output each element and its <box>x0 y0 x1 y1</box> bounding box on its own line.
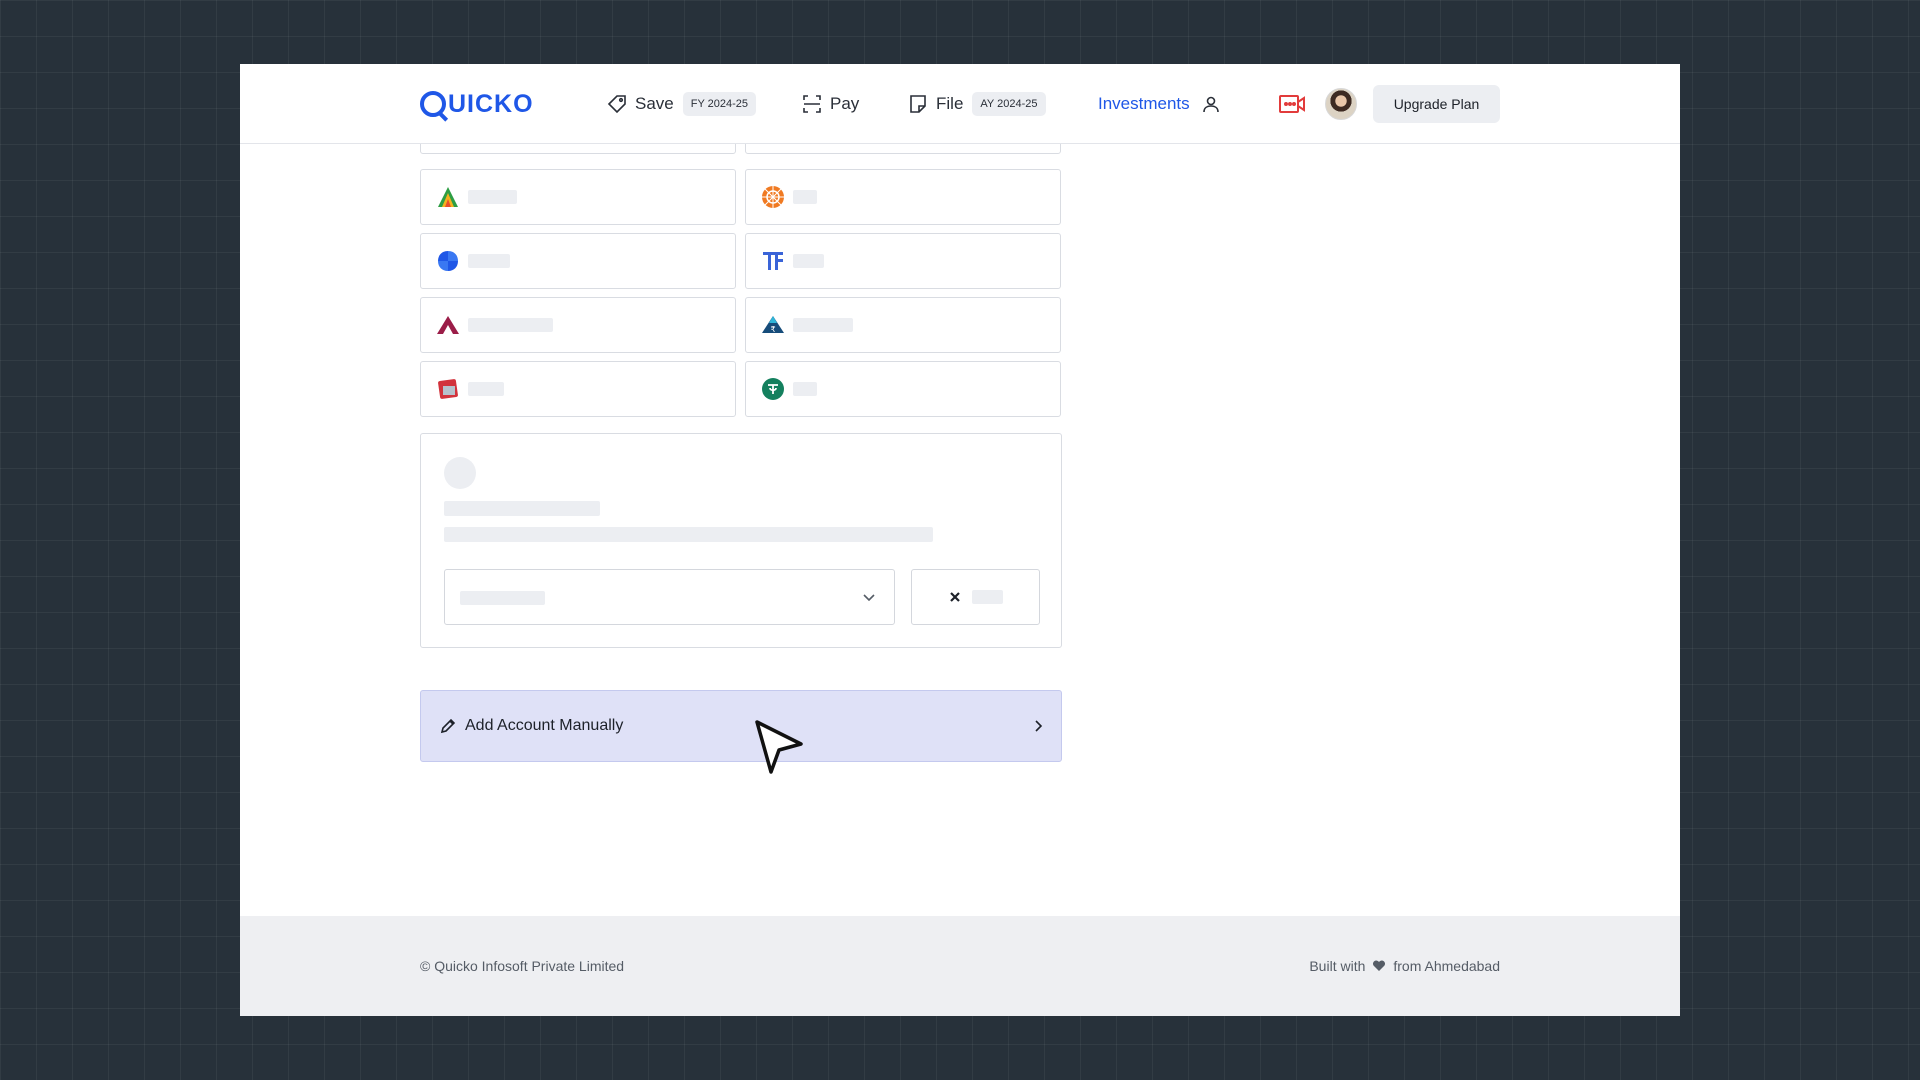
broker-card[interactable] <box>420 297 736 353</box>
dropdown-value-skeleton <box>460 591 545 605</box>
x-close-icon <box>949 592 960 602</box>
broker-card[interactable] <box>420 233 736 289</box>
top-navbar: UICKO Save FY 2024-25 Pay File AY 2024-2… <box>240 64 1680 144</box>
nav-pay-label: Pay <box>830 94 860 113</box>
add-account-manually-button[interactable]: Add Account Manually <box>420 690 1062 762</box>
axis-a-icon <box>436 313 460 337</box>
pencil-icon <box>440 718 456 734</box>
dhan-green-icon <box>761 377 785 401</box>
brand-name: UICKO <box>448 89 534 118</box>
broker-name-skeleton <box>468 254 510 268</box>
broker-card[interactable] <box>745 169 1061 225</box>
rupee-mountain-icon: ₹ <box>761 313 785 337</box>
built-suffix: from Ahmedabad <box>1393 958 1500 974</box>
heart-icon <box>1373 960 1386 971</box>
mouse-cursor-icon <box>755 720 803 774</box>
user-icon <box>1202 96 1219 113</box>
svg-text:₹: ₹ <box>770 325 775 334</box>
chevron-right-icon <box>1035 720 1043 732</box>
ay-badge: AY 2024-25 <box>972 92 1046 116</box>
upgrade-plan-button[interactable]: Upgrade Plan <box>1373 85 1500 123</box>
built-prefix: Built with <box>1309 958 1366 974</box>
chevron-down-icon <box>863 594 875 602</box>
broker-card[interactable] <box>745 361 1061 417</box>
logo-q-mark <box>420 91 446 117</box>
mandala-orange-icon <box>761 185 785 209</box>
broker-name-skeleton <box>793 382 817 396</box>
nav-save-label: Save <box>635 94 674 113</box>
broker-card[interactable] <box>745 233 1061 289</box>
copyright-text: © Quicko Infosoft Private Limited <box>420 958 625 974</box>
app-frame: UICKO Save FY 2024-25 Pay File AY 2024-2… <box>240 64 1680 1016</box>
broker-name-skeleton <box>468 318 553 332</box>
nav-file-label: File <box>936 94 964 113</box>
broker-card[interactable] <box>420 169 736 225</box>
disconnect-button[interactable] <box>911 569 1040 625</box>
broker-name-skeleton <box>793 254 824 268</box>
tag-icon <box>607 95 626 114</box>
title-skeleton <box>444 501 600 516</box>
broker-card[interactable] <box>420 361 736 417</box>
scan-icon <box>803 95 821 113</box>
account-select-dropdown[interactable] <box>444 569 895 625</box>
nav-investments-label: Investments <box>1098 94 1190 113</box>
angel-one-triangle-icon <box>436 185 460 209</box>
button-label-skeleton <box>971 590 1003 604</box>
nav-investments[interactable]: Investments <box>1098 86 1220 122</box>
video-call-icon[interactable] <box>1278 92 1306 116</box>
nav-pay[interactable]: Pay <box>802 86 859 122</box>
fyers-tf-icon <box>761 249 785 273</box>
nav-file[interactable]: File AY 2024-25 <box>908 86 1046 122</box>
description-skeleton <box>444 527 933 542</box>
broker-name-skeleton <box>793 318 853 332</box>
built-with-text: Built with from Ahmedabad <box>1309 958 1500 974</box>
upstox-blue-leaf-icon <box>436 249 460 273</box>
red-card-icon <box>436 377 460 401</box>
document-icon <box>910 95 926 113</box>
broker-name-skeleton <box>468 382 504 396</box>
footer: © Quicko Infosoft Private Limited Built … <box>240 916 1680 1016</box>
broker-card[interactable]: ₹ <box>745 297 1061 353</box>
user-avatar[interactable] <box>1325 88 1357 120</box>
broker-name-skeleton <box>468 190 517 204</box>
broker-connect-card <box>420 433 1062 648</box>
broker-logo-skeleton <box>444 457 476 489</box>
broker-name-skeleton <box>793 190 817 204</box>
add-account-manually-label: Add Account Manually <box>465 717 624 734</box>
fy-badge: FY 2024-25 <box>682 92 757 116</box>
quicko-logo[interactable]: UICKO <box>420 88 534 120</box>
nav-save[interactable]: Save FY 2024-25 <box>607 86 757 122</box>
